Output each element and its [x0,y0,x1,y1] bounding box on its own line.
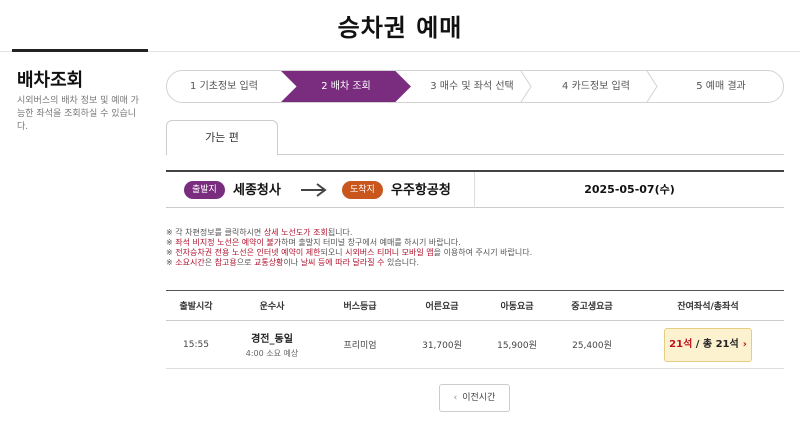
col-company: 운수사 [226,290,318,321]
travel-duration: 4:00 소요 예상 [245,349,299,358]
student-fare: 25,400원 [552,320,632,369]
col-student-fare: 중고생요금 [552,290,632,321]
col-adult-fare: 어른요금 [402,290,482,321]
step-3: 3 매수 및 좌석 선택 [430,81,514,92]
previous-time-label: 이전시간 [462,393,496,403]
col-departure-time: 출발시각 [166,290,226,321]
table-row[interactable]: 15:55 경전_동일 4:00 소요 예상 프리미엄 31,700원 15,9… [166,320,784,369]
notice-item: ※ 좌석 비지정 노선은 예약이 불가하며 출발지 터미널 창구에서 예매를 하… [166,238,461,247]
seats-remaining: 21석 [669,338,693,350]
bus-schedule-table: 출발시각 운수사 버스등급 어른요금 아동요금 중고생요금 잔여좌석/총좌석 1… [166,290,784,369]
step-progress: 1 기초정보 입력 2 배차 조회 3 매수 및 좌석 선택 4 카드정보 입력… [166,70,784,103]
col-seats: 잔여좌석/총좌석 [632,290,784,321]
child-fare: 15,900원 [482,320,552,369]
adult-fare: 31,700원 [402,320,482,369]
sidebar-description: 시외버스의 배차 정보 및 예매 가능한 좌석을 조회하실 수 있습니다. [17,96,139,132]
arrival-badge: 도착지 [342,181,383,199]
company-cell: 경전_동일 4:00 소요 예상 [226,320,318,369]
departure-badge: 출발지 [184,181,225,199]
arrival-city: 우주항공청 [391,183,451,198]
departure-city: 세종청사 [233,183,281,198]
chevron-left-icon: ‹ [453,393,458,403]
page-title: 승차권 예매 [337,14,463,42]
notice-item: ※ 전자승차권 전용 노선은 인터넷 예약이 제한되오니 시외버스 티머니 모바… [166,248,533,257]
col-child-fare: 아동요금 [482,290,552,321]
departure-time: 15:55 [166,320,226,369]
select-seat-button[interactable]: 21석 / 총 21석 › [664,327,752,362]
title-divider-strong [12,49,148,52]
step-5: 5 예매 결과 [696,81,746,92]
previous-time-button[interactable]: ‹ 이전시간 [439,384,510,412]
step-1: 1 기초정보 입력 [190,81,258,92]
chevron-right-icon: › [742,338,747,350]
notice-list: ※ 각 차편정보를 클릭하시면 상세 노선도가 조회됩니다. ※ 좌석 비지정 … [166,228,784,268]
company-name: 경전_동일 [251,334,293,345]
step-4: 4 카드정보 입력 [562,81,630,92]
sidebar-title: 배차조회 [17,70,84,91]
table-header-row: 출발시각 운수사 버스등급 어른요금 아동요금 중고생요금 잔여좌석/총좌석 [166,290,784,321]
step-separator-icon [520,71,532,102]
step-2: 2 배차 조회 [281,71,411,102]
col-bus-grade: 버스등급 [318,290,402,321]
route-summary: 출발지 세종청사 도착지 우주항공청 2025-05-07(수) [166,170,784,208]
tab-outbound[interactable]: 가는 편 [166,120,278,155]
notice-item: ※ 각 차편정보를 클릭하시면 상세 노선도가 조회됩니다. [166,228,353,237]
arrow-right-icon [301,183,327,197]
departure-date: 2025-05-07(수) [584,183,675,196]
seats-cell: 21석 / 총 21석 › [632,320,784,369]
notice-item: ※ 소요시간은 참고용으로 교통상황이나 날씨 등에 따라 달라질 수 있습니다… [166,258,419,267]
bus-grade: 프리미엄 [318,320,402,369]
seats-total: / 총 21석 [692,338,739,350]
step-separator-icon [646,71,658,102]
